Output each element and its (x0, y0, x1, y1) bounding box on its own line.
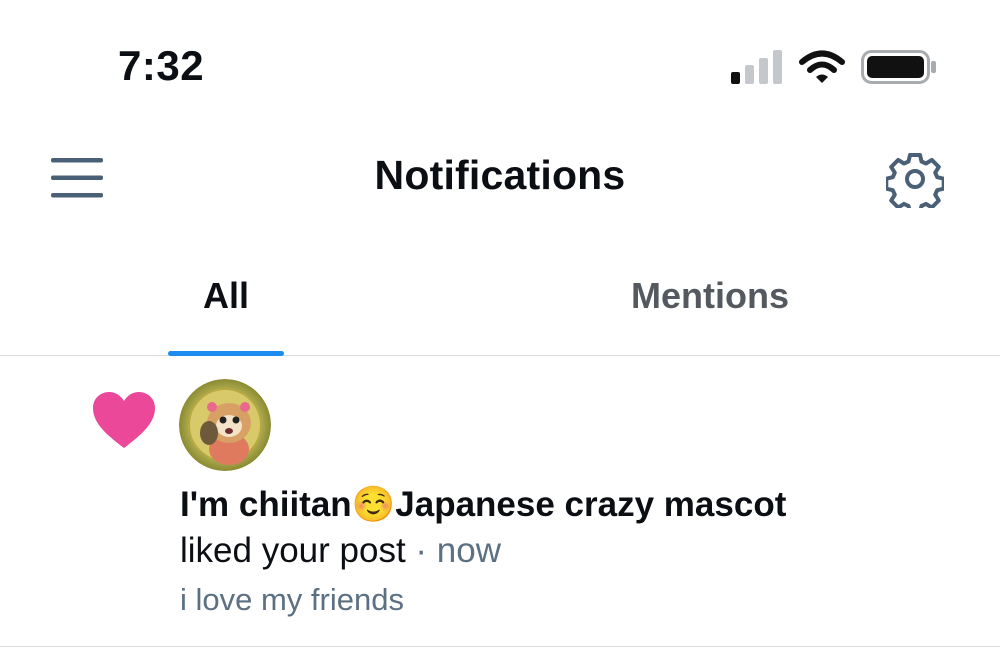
notification-action-line: liked your post · now (180, 531, 501, 571)
post-preview[interactable]: i love my friends (180, 582, 404, 618)
separator: · (405, 531, 437, 570)
status-bar: 7:32 (0, 0, 1000, 130)
tab-bar: All Mentions (0, 255, 1000, 356)
notification-author[interactable]: I'm chiitan☺️Japanese crazy mascot (180, 484, 786, 525)
notification-item[interactable]: I'm chiitan☺️Japanese crazy mascot liked… (0, 356, 1000, 647)
tab-mentions[interactable]: Mentions (600, 275, 820, 317)
wifi-icon (799, 50, 845, 83)
author-suffix: Japanese crazy mascot (395, 485, 787, 524)
notification-action: liked your post (180, 531, 406, 570)
author-emoji: ☺️ (351, 485, 396, 524)
heart-icon (93, 392, 155, 448)
page-title: Notifications (374, 152, 626, 198)
battery-icon (861, 50, 936, 84)
gear-icon[interactable] (886, 150, 944, 208)
signal-icon (731, 50, 782, 84)
header: Notifications (0, 130, 1000, 225)
notification-time: now (436, 531, 501, 570)
author-name: I'm chiitan (180, 485, 352, 524)
status-time: 7:32 (118, 42, 205, 89)
avatar[interactable] (179, 379, 271, 471)
tab-all[interactable]: All (170, 275, 282, 317)
